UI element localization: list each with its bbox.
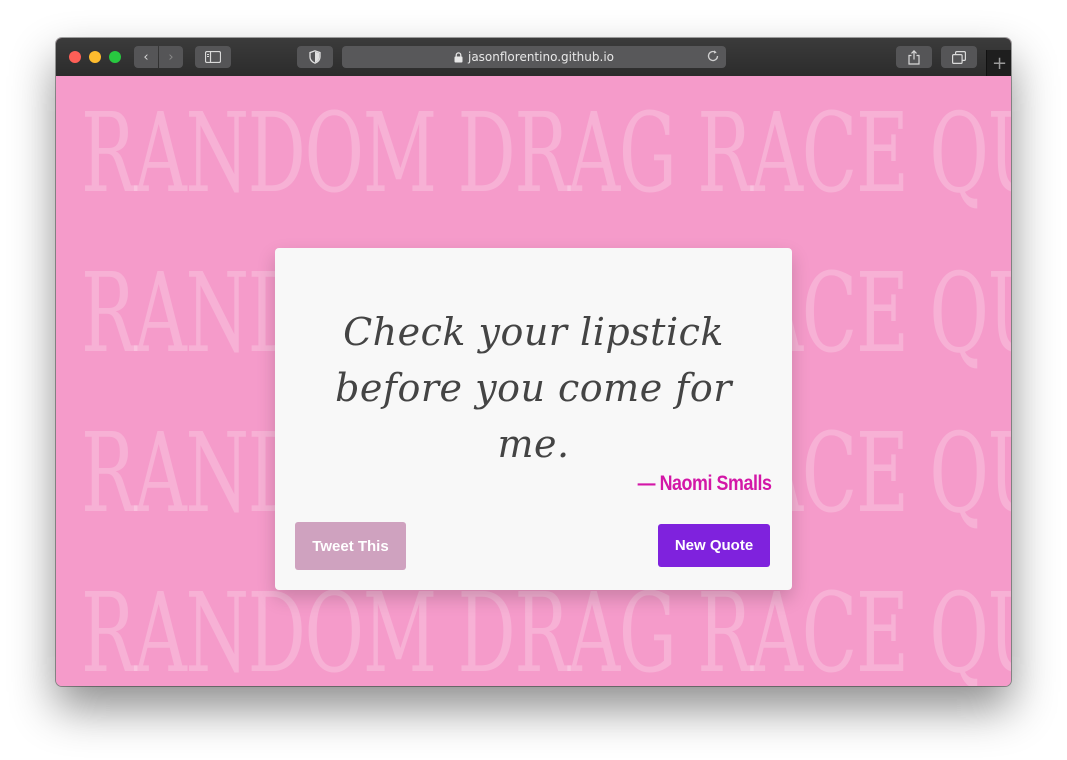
plus-icon: +: [991, 52, 1008, 74]
url-text: jasonflorentino.github.io: [467, 50, 614, 64]
share-icon: [908, 49, 920, 65]
sidebar-toggle-button[interactable]: [195, 46, 231, 68]
quote-text: Check your lipstick before you come for …: [295, 304, 772, 472]
lock-icon: [454, 51, 463, 62]
browser-window: ‹ › jasonflorentino.github.io + RANDOM D…: [56, 38, 1011, 686]
new-tab-button[interactable]: +: [986, 50, 1011, 76]
tweet-button[interactable]: Tweet This: [295, 522, 406, 570]
browser-toolbar: ‹ › jasonflorentino.github.io +: [56, 38, 1011, 77]
background-title-row: RANDOM DRAG RACE QUOTE: [81, 569, 1011, 686]
tabs-icon: [952, 50, 966, 64]
quote-card: Check your lipstick before you come for …: [275, 248, 792, 590]
quote-line: Check your lipstick: [343, 310, 724, 354]
address-bar[interactable]: jasonflorentino.github.io: [342, 46, 726, 68]
quote-line: before you come for me.: [335, 366, 732, 466]
background-title-row: RANDOM DRAG RACE QUOTE: [81, 89, 1011, 217]
quote-author: — Naomi Smalls: [638, 472, 772, 495]
page-viewport: RANDOM DRAG RACE QUOTE RANDOM DRAG RACE …: [56, 76, 1011, 686]
new-quote-button[interactable]: New Quote: [658, 524, 770, 567]
share-button[interactable]: [896, 46, 932, 68]
back-button[interactable]: ‹: [134, 46, 158, 68]
chevron-right-icon: ›: [168, 49, 174, 65]
close-window-button[interactable]: [69, 51, 81, 63]
forward-button[interactable]: ›: [159, 46, 183, 68]
reload-icon[interactable]: [706, 49, 720, 63]
minimize-window-button[interactable]: [89, 51, 101, 63]
zoom-window-button[interactable]: [109, 51, 121, 63]
sidebar-icon: [205, 51, 221, 63]
chevron-left-icon: ‹: [143, 49, 149, 65]
shield-icon: [309, 50, 321, 64]
privacy-report-button[interactable]: [297, 46, 333, 68]
tab-overview-button[interactable]: [941, 46, 977, 68]
